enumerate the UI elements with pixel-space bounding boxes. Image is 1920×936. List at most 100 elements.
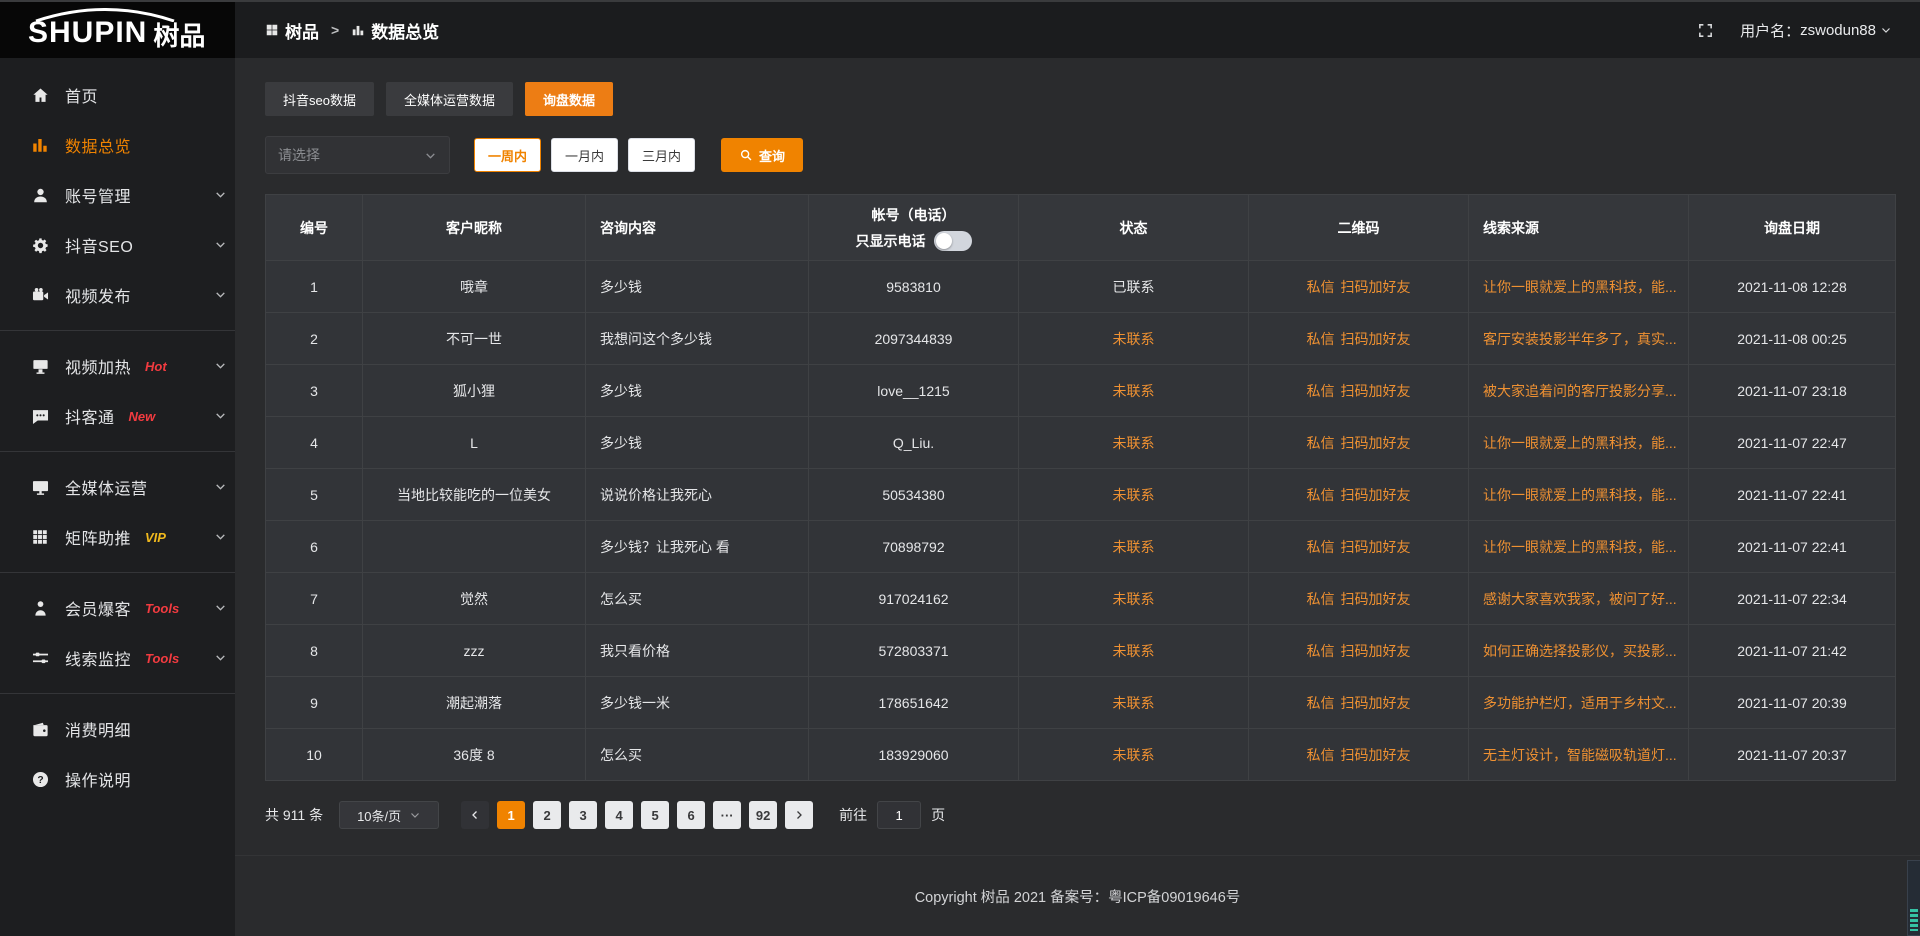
table-row: 1 哦章 多少钱 9583810 已联系 私信扫码加好友 让你一眼就爱上的黑科技… (266, 261, 1896, 313)
page-button-6[interactable]: 6 (677, 801, 705, 829)
page-button-1[interactable]: 1 (497, 801, 525, 829)
sidebar-item-douyin-seo[interactable]: 抖音SEO (0, 220, 235, 270)
search-icon (739, 148, 753, 162)
sidebar-item-home[interactable]: 首页 (0, 70, 235, 120)
app-root: SHUPIN 树品 首页 数据总览 账号管理 抖音SEO (0, 2, 1920, 936)
scan-add-friend-link[interactable]: 扫码加好友 (1341, 695, 1411, 711)
account-select[interactable]: 请选择 (265, 136, 450, 174)
home-icon (30, 85, 50, 105)
page-button-92[interactable]: 92 (749, 801, 777, 829)
cell-date: 2021-11-07 20:39 (1689, 677, 1896, 729)
cell-source[interactable]: 无主灯设计，智能磁吸轨道灯... (1469, 729, 1689, 781)
sidebar-item-account-management[interactable]: 账号管理 (0, 170, 235, 220)
private-message-link[interactable]: 私信 (1307, 331, 1335, 347)
sidebar-item-expense-detail[interactable]: 消费明细 (0, 704, 235, 754)
sidebar-item-member-baoke[interactable]: 会员爆客 Tools (0, 583, 235, 633)
cell-source[interactable]: 感谢大家喜欢我家，被问了好... (1469, 573, 1689, 625)
range-one-month-button[interactable]: 一月内 (551, 138, 618, 172)
tab-media-operation-data[interactable]: 全媒体运营数据 (386, 82, 513, 116)
prev-page-button[interactable] (461, 801, 489, 829)
scan-add-friend-link[interactable]: 扫码加好友 (1341, 487, 1411, 503)
cell-qrcode: 私信扫码加好友 (1249, 365, 1469, 417)
scan-add-friend-link[interactable]: 扫码加好友 (1341, 591, 1411, 607)
col-header-phone: 帐号（电话） 只显示电话 (809, 195, 1019, 261)
private-message-link[interactable]: 私信 (1307, 383, 1335, 399)
topbar-right: 用户名： zswodun88 (1697, 20, 1892, 41)
cell-source[interactable]: 让你一眼就爱上的黑科技，能... (1469, 469, 1689, 521)
bar-chart-icon (30, 135, 50, 155)
private-message-link[interactable]: 私信 (1307, 279, 1335, 295)
col-header-content: 咨询内容 (586, 195, 809, 261)
next-page-button[interactable] (785, 801, 813, 829)
sidebar-item-matrix-boost[interactable]: 矩阵助推 VIP (0, 512, 235, 562)
cell-source[interactable]: 被大家追着问的客厅投影分享... (1469, 365, 1689, 417)
sidebar-item-media-operation[interactable]: 全媒体运营 (0, 462, 235, 512)
cell-status: 未联系 (1019, 469, 1249, 521)
cell-nickname: 当地比较能吃的一位美女 (363, 469, 586, 521)
tab-inquiry-data[interactable]: 询盘数据 (525, 82, 613, 116)
scan-add-friend-link[interactable]: 扫码加好友 (1341, 383, 1411, 399)
sidebar-item-clue-monitor[interactable]: 线索监控 Tools (0, 633, 235, 683)
goto-page: 前往 页 (839, 801, 945, 829)
edge-scroll-widget[interactable] (1907, 860, 1920, 936)
scan-add-friend-link[interactable]: 扫码加好友 (1341, 643, 1411, 659)
sidebar-item-douketong[interactable]: 抖客通 New (0, 391, 235, 441)
help-icon: ? (30, 769, 50, 789)
cell-source[interactable]: 让你一眼就爱上的黑科技，能... (1469, 521, 1689, 573)
tab-douyin-seo-data[interactable]: 抖音seo数据 (265, 82, 374, 116)
page-button-5[interactable]: 5 (641, 801, 669, 829)
private-message-link[interactable]: 私信 (1307, 643, 1335, 659)
page-ellipsis-button[interactable]: ··· (713, 801, 741, 829)
range-one-week-button[interactable]: 一周内 (474, 138, 541, 172)
private-message-link[interactable]: 私信 (1307, 747, 1335, 763)
cell-nickname: 不可一世 (363, 313, 586, 365)
cell-source[interactable]: 客厅安装投影半年多了，真实... (1469, 313, 1689, 365)
cell-date: 2021-11-07 22:41 (1689, 521, 1896, 573)
col-header-date: 询盘日期 (1689, 195, 1896, 261)
toggle-knob (936, 233, 952, 249)
fullscreen-icon[interactable] (1697, 22, 1714, 39)
page-button-3[interactable]: 3 (569, 801, 597, 829)
range-three-months-button[interactable]: 三月内 (628, 138, 695, 172)
cell-no: 4 (266, 417, 363, 469)
sidebar-item-data-overview[interactable]: 数据总览 (0, 120, 235, 170)
search-button[interactable]: 查询 (721, 138, 803, 172)
search-button-label: 查询 (759, 146, 785, 165)
private-message-link[interactable]: 私信 (1307, 487, 1335, 503)
cell-no: 7 (266, 573, 363, 625)
scan-add-friend-link[interactable]: 扫码加好友 (1341, 331, 1411, 347)
page-size-select[interactable]: 10条/页 (339, 801, 439, 829)
sidebar-item-label: 会员爆客 (65, 596, 131, 620)
sidebar-item-video-heating[interactable]: 视频加热 Hot (0, 341, 235, 391)
username-value: zswodun88 (1800, 22, 1876, 39)
cell-nickname (363, 521, 586, 573)
scan-add-friend-link[interactable]: 扫码加好友 (1341, 435, 1411, 451)
private-message-link[interactable]: 私信 (1307, 695, 1335, 711)
scan-add-friend-link[interactable]: 扫码加好友 (1341, 539, 1411, 555)
page-button-4[interactable]: 4 (605, 801, 633, 829)
private-message-link[interactable]: 私信 (1307, 539, 1335, 555)
table-row: 9 潮起潮落 多少钱一米 178651642 未联系 私信扫码加好友 多功能护栏… (266, 677, 1896, 729)
user-menu[interactable]: 用户名： zswodun88 (1740, 20, 1892, 41)
scan-add-friend-link[interactable]: 扫码加好友 (1341, 747, 1411, 763)
cell-source[interactable]: 如何正确选择投影仪，买投影... (1469, 625, 1689, 677)
cell-status: 未联系 (1019, 729, 1249, 781)
chevron-down-icon (214, 409, 227, 422)
sidebar-item-video-publish[interactable]: 视频发布 (0, 270, 235, 320)
gear-icon (30, 235, 50, 255)
page-button-2[interactable]: 2 (533, 801, 561, 829)
table-row: 7 觉然 怎么买 917024162 未联系 私信扫码加好友 感谢大家喜欢我家，… (266, 573, 1896, 625)
goto-page-input[interactable] (877, 801, 921, 829)
scan-add-friend-link[interactable]: 扫码加好友 (1341, 279, 1411, 295)
sidebar-item-operation-guide[interactable]: ? 操作说明 (0, 754, 235, 804)
cell-account: 178651642 (809, 677, 1019, 729)
cell-source[interactable]: 让你一眼就爱上的黑科技，能... (1469, 417, 1689, 469)
private-message-link[interactable]: 私信 (1307, 591, 1335, 607)
sidebar-divider (0, 572, 235, 573)
cell-source[interactable]: 多功能护栏灯，适用于乡村文... (1469, 677, 1689, 729)
phone-only-toggle[interactable] (934, 231, 972, 251)
breadcrumb-root[interactable]: 树品 (285, 18, 319, 43)
logo-arc (30, 8, 180, 22)
private-message-link[interactable]: 私信 (1307, 435, 1335, 451)
cell-source[interactable]: 让你一眼就爱上的黑科技，能... (1469, 261, 1689, 313)
